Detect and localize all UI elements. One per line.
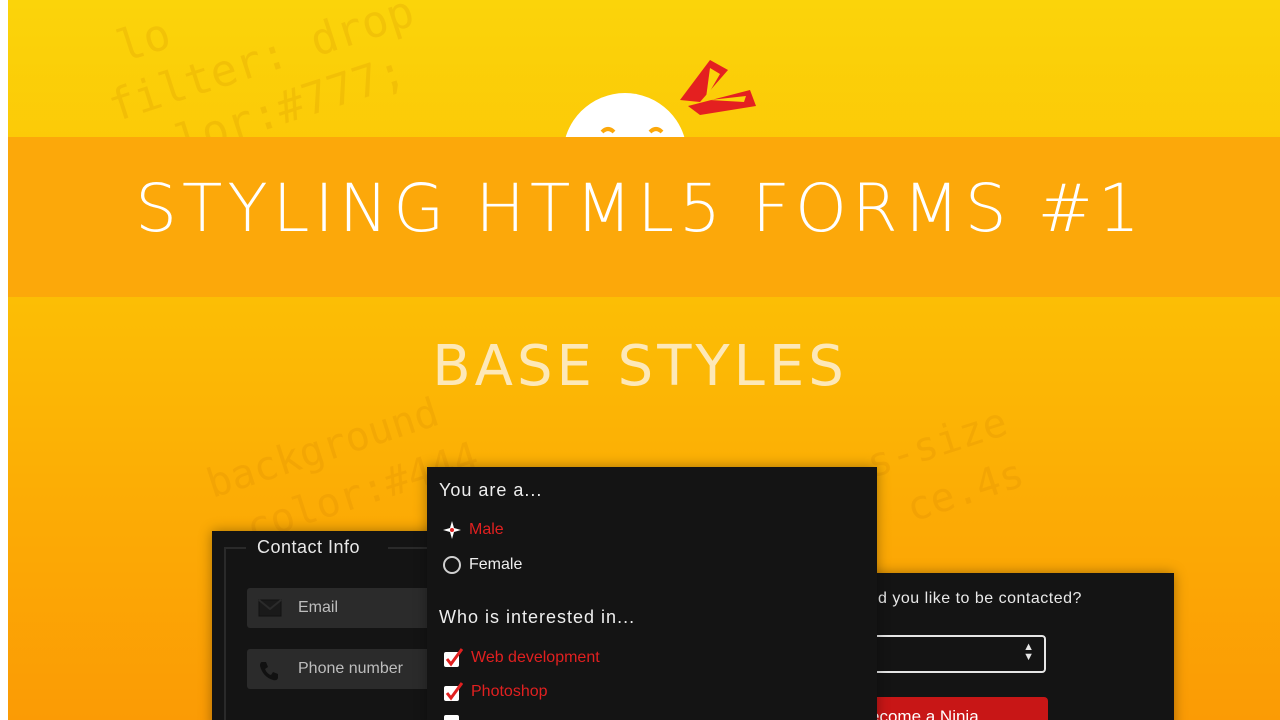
- checkbox-label: Web development: [471, 649, 600, 666]
- envelope-icon: [258, 599, 282, 617]
- contact-info-panel: Contact Info Email Phone number: [212, 531, 452, 720]
- contact-method-select[interactable]: ▲ ▼: [868, 635, 1046, 673]
- radio-female[interactable]: Female: [443, 554, 522, 576]
- background-code-block: s-size ce.4s: [861, 399, 1030, 539]
- video-title: STYLING HTML5 FORMS #1: [135, 170, 1145, 247]
- thumbnail-canvas: lo filter: drop color:#777; background c…: [0, 0, 1280, 720]
- fieldset-border: [224, 547, 246, 549]
- become-ninja-button[interactable]: ecome a Ninja: [868, 697, 1048, 720]
- ninja-mascot-icon: [564, 60, 756, 140]
- contact-info-legend: Contact Info: [257, 537, 361, 557]
- video-subtitle: BASE STYLES: [432, 334, 848, 399]
- email-field[interactable]: Email: [247, 588, 447, 628]
- phone-placeholder: Phone number: [298, 660, 403, 677]
- checkbox-web-development[interactable]: Web development: [443, 647, 600, 669]
- radio-label: Female: [469, 556, 523, 573]
- checkbox-label: Photoshop: [471, 683, 548, 700]
- contact-method-question: ld you like to be contacted?: [874, 590, 1082, 607]
- checkbox-checked-icon: [444, 648, 463, 667]
- email-placeholder: Email: [298, 599, 339, 616]
- checkbox-photoshop[interactable]: Photoshop: [443, 681, 548, 703]
- shuriken-radio-icon: [443, 521, 461, 539]
- checkbox-checked-icon: [444, 682, 463, 701]
- about-you-panel: You are a... Male Female Who is interest…: [427, 467, 877, 720]
- fieldset-border: [224, 547, 226, 720]
- radio-male[interactable]: Male: [443, 519, 504, 541]
- interest-question: Who is interested in...: [439, 607, 636, 627]
- radio-label: Male: [469, 521, 504, 538]
- radio-circle-icon: [443, 556, 461, 574]
- checkbox-partial[interactable]: [444, 715, 459, 720]
- contact-method-panel: ld you like to be contacted? ▲ ▼ ecome a …: [846, 573, 1174, 720]
- phone-icon: [260, 662, 278, 681]
- gender-question: You are a...: [439, 480, 543, 500]
- select-arrows-icon: ▲ ▼: [1023, 641, 1034, 663]
- phone-field[interactable]: Phone number: [247, 649, 447, 689]
